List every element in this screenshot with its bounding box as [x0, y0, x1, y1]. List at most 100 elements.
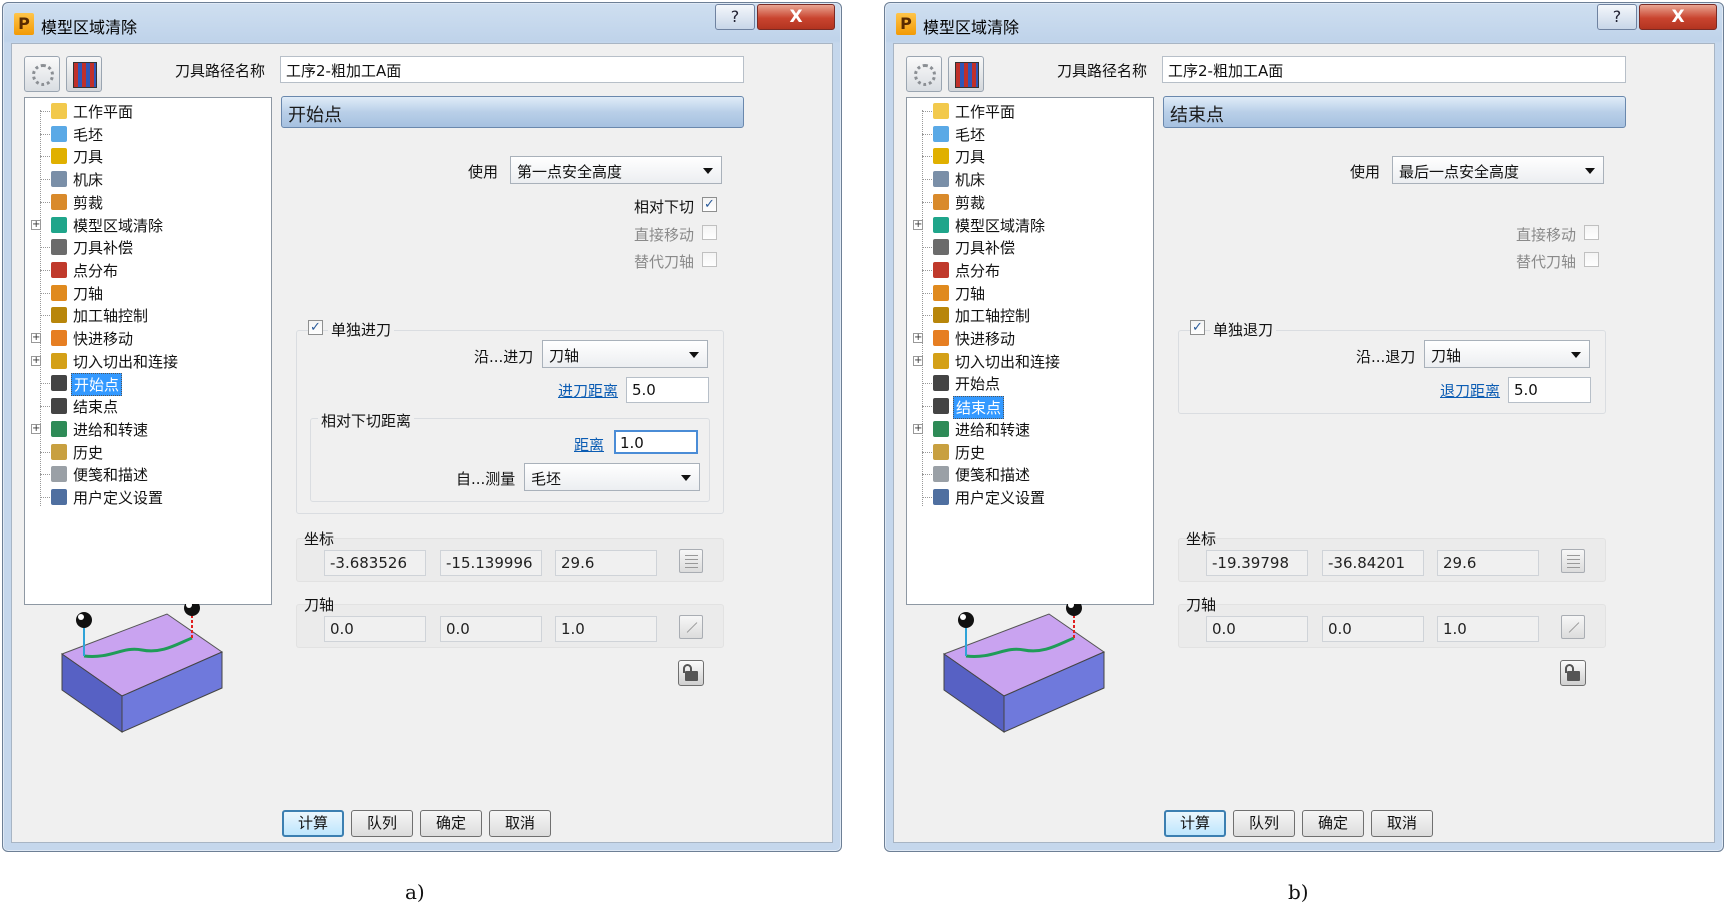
- tree-item[interactable]: 结束点: [907, 395, 1137, 420]
- regenerate-icon[interactable]: [906, 56, 942, 92]
- cancel-button[interactable]: 取消: [1371, 810, 1433, 837]
- lock-icon[interactable]: [1560, 660, 1586, 686]
- coordinate-list-icon[interactable]: [1561, 549, 1585, 573]
- alternate-axis-checkbox[interactable]: [1584, 252, 1599, 267]
- tree-item[interactable]: 刀具补偿: [907, 236, 1137, 258]
- tree-item[interactable]: 加工轴控制: [25, 304, 255, 326]
- coordinate-z[interactable]: 29.6: [1437, 550, 1539, 576]
- tree-item[interactable]: 用户定义设置: [907, 486, 1137, 508]
- expand-icon[interactable]: +: [31, 333, 41, 343]
- queue-button[interactable]: 队列: [1233, 810, 1295, 837]
- tree-item[interactable]: + 快进移动: [25, 327, 255, 349]
- expand-icon[interactable]: +: [31, 355, 41, 366]
- expand-icon[interactable]: +: [31, 423, 41, 434]
- tree-item[interactable]: + 模型区域清除: [25, 214, 255, 236]
- tree-item[interactable]: 开始点: [25, 372, 255, 397]
- tree-item[interactable]: 毛坯: [25, 123, 255, 145]
- ok-button[interactable]: 确定: [1302, 810, 1364, 837]
- coordinate-z[interactable]: 29.6: [555, 550, 657, 576]
- tree-item[interactable]: 剪裁: [907, 191, 1137, 213]
- tree-item[interactable]: + 模型区域清除: [907, 214, 1137, 236]
- calculate-button[interactable]: 计算: [282, 810, 344, 837]
- tree-item[interactable]: + 进给和转速: [25, 418, 255, 440]
- tree-item[interactable]: 便笺和描述: [907, 463, 1137, 485]
- alternate-axis-checkbox[interactable]: [702, 252, 717, 267]
- tree-item[interactable]: 机床: [907, 168, 1137, 190]
- tree-item[interactable]: 开始点: [907, 372, 1137, 394]
- tool-axis-k[interactable]: 1.0: [1437, 616, 1539, 642]
- expand-icon[interactable]: +: [913, 423, 923, 434]
- tree-item[interactable]: + 快进移动: [907, 327, 1137, 349]
- direct-move-checkbox[interactable]: [1584, 225, 1599, 240]
- use-select[interactable]: 最后一点安全高度: [1392, 156, 1604, 184]
- tree-item[interactable]: 刀具: [25, 145, 255, 167]
- tree-item[interactable]: 毛坯: [907, 123, 1137, 145]
- tree-item[interactable]: 点分布: [25, 259, 255, 281]
- queue-button[interactable]: 队列: [351, 810, 413, 837]
- tree-item[interactable]: 刀具: [907, 145, 1137, 167]
- expand-icon[interactable]: +: [913, 333, 923, 343]
- tree-item[interactable]: 剪裁: [25, 191, 255, 213]
- coordinate-y[interactable]: -36.84201: [1322, 550, 1424, 576]
- coordinate-list-icon[interactable]: [679, 549, 703, 573]
- expand-icon[interactable]: +: [913, 219, 923, 230]
- tree-item[interactable]: 刀轴: [25, 282, 255, 304]
- tree-item[interactable]: + 进给和转速: [907, 418, 1137, 440]
- tool-axis-edit-icon[interactable]: [679, 615, 703, 639]
- relative-plunge-checkbox[interactable]: ✓: [702, 197, 717, 212]
- along-select[interactable]: 刀轴: [542, 340, 708, 368]
- relative-distance-link[interactable]: 距离: [574, 434, 604, 455]
- relative-distance-input[interactable]: 1.0: [614, 430, 698, 454]
- help-button[interactable]: ?: [1597, 4, 1637, 30]
- toolpath-strategy-icon[interactable]: [948, 56, 984, 92]
- tree-item[interactable]: 工作平面: [907, 100, 1137, 122]
- tree-item[interactable]: 加工轴控制: [907, 304, 1137, 326]
- toolpath-strategy-icon[interactable]: [66, 56, 102, 92]
- coordinate-y[interactable]: -15.139996: [440, 550, 542, 576]
- approach-distance-link[interactable]: 进刀距离: [558, 380, 618, 401]
- tree-item[interactable]: 历史: [907, 441, 1137, 463]
- tree-item[interactable]: 机床: [25, 168, 255, 190]
- calculate-button[interactable]: 计算: [1164, 810, 1226, 837]
- tool-axis-i[interactable]: 0.0: [324, 616, 426, 642]
- tree-item[interactable]: 刀具补偿: [25, 236, 255, 258]
- tree-item[interactable]: + 切入切出和连接: [25, 350, 255, 372]
- toolpath-name-input[interactable]: 工序2-粗加工A面: [1162, 56, 1626, 83]
- title-bar[interactable]: P 模型区域清除 ? X: [885, 3, 1723, 43]
- tree-item[interactable]: 点分布: [907, 259, 1137, 281]
- tree-item[interactable]: + 切入切出和连接: [907, 350, 1137, 372]
- tree-item[interactable]: 工作平面: [25, 100, 255, 122]
- title-bar[interactable]: P 模型区域清除 ? X: [3, 3, 841, 43]
- close-button[interactable]: X: [757, 4, 835, 30]
- separate-retract-checkbox[interactable]: ✓: [1190, 320, 1205, 335]
- help-button[interactable]: ?: [715, 4, 755, 30]
- regenerate-icon[interactable]: [24, 56, 60, 92]
- tool-axis-edit-icon[interactable]: [1561, 615, 1585, 639]
- direct-move-checkbox[interactable]: [702, 225, 717, 240]
- tool-axis-k[interactable]: 1.0: [555, 616, 657, 642]
- retract-distance-input[interactable]: 5.0: [1508, 377, 1591, 403]
- expand-icon[interactable]: +: [31, 219, 41, 230]
- cancel-button[interactable]: 取消: [489, 810, 551, 837]
- close-button[interactable]: X: [1639, 4, 1717, 30]
- measure-from-select[interactable]: 毛坯: [524, 463, 700, 491]
- ok-button[interactable]: 确定: [420, 810, 482, 837]
- separate-approach-checkbox[interactable]: ✓: [308, 320, 323, 335]
- approach-distance-input[interactable]: 5.0: [626, 377, 709, 403]
- tree-item[interactable]: 刀轴: [907, 282, 1137, 304]
- coordinate-x[interactable]: -19.39798: [1206, 550, 1308, 576]
- tree-item[interactable]: 便笺和描述: [25, 463, 255, 485]
- retract-distance-link[interactable]: 退刀距离: [1440, 380, 1500, 401]
- tree-item[interactable]: 结束点: [25, 395, 255, 417]
- tree-item[interactable]: 历史: [25, 441, 255, 463]
- toolpath-name-input[interactable]: 工序2-粗加工A面: [280, 56, 744, 83]
- tree-item[interactable]: 用户定义设置: [25, 486, 255, 508]
- tool-axis-j[interactable]: 0.0: [440, 616, 542, 642]
- along-select[interactable]: 刀轴: [1424, 340, 1590, 368]
- tool-axis-i[interactable]: 0.0: [1206, 616, 1308, 642]
- tool-axis-j[interactable]: 0.0: [1322, 616, 1424, 642]
- use-select[interactable]: 第一点安全高度: [510, 156, 722, 184]
- expand-icon[interactable]: +: [913, 355, 923, 366]
- lock-icon[interactable]: [678, 660, 704, 686]
- coordinate-x[interactable]: -3.683526: [324, 550, 426, 576]
